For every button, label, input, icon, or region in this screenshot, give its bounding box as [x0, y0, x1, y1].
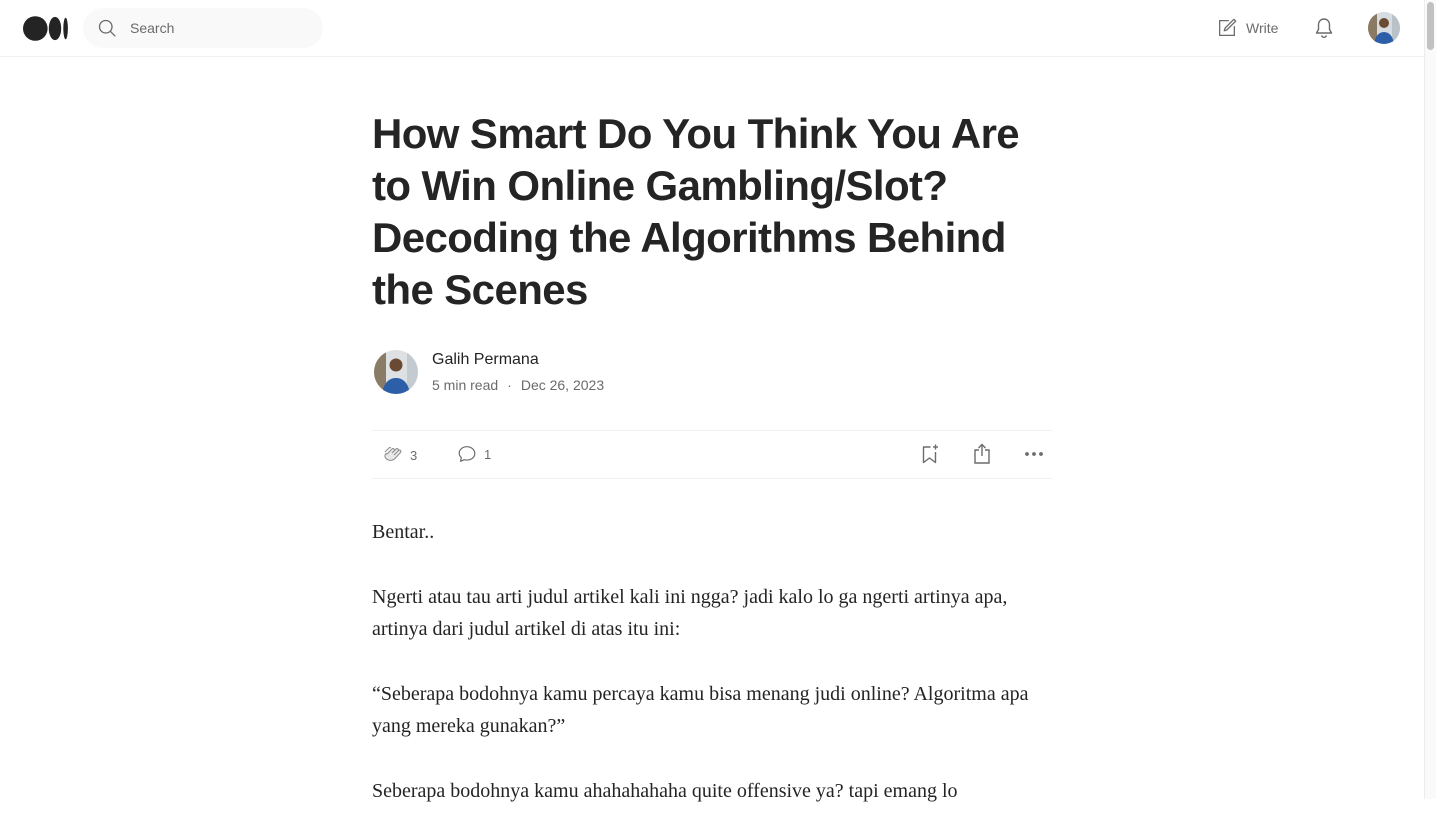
top-nav-bar: Write	[0, 0, 1424, 57]
bookmark-add-icon[interactable]	[918, 442, 942, 466]
article-paragraph: “Seberapa bodohnya kamu percaya kamu bis…	[372, 683, 1029, 737]
page-scrollbar[interactable]	[1424, 0, 1436, 799]
author-avatar[interactable]	[374, 350, 418, 394]
article-meta: 5 min read · Dec 26, 2023	[432, 377, 604, 393]
more-options-icon[interactable]	[1022, 442, 1046, 466]
search-input[interactable]	[130, 18, 310, 38]
article-title: How Smart Do You Think You Are to Win On…	[372, 110, 1020, 313]
article-paragraph: Ngerti atau tau arti judul artikel kali …	[372, 586, 1008, 640]
author-photo	[374, 350, 418, 394]
write-icon	[1219, 18, 1237, 36]
read-time: 5 min read	[432, 377, 499, 393]
article-paragraph: Bentar..	[372, 521, 435, 543]
medium-logo-icon[interactable]	[23, 16, 69, 41]
clap-button[interactable]: 3	[380, 443, 417, 467]
bell-icon[interactable]	[1312, 16, 1336, 40]
write-button[interactable]: Write	[1216, 16, 1278, 40]
article-paragraph: Seberapa bodohnya kamu ahahahahaha quite…	[372, 780, 958, 802]
author-name[interactable]: Galih Permana	[432, 351, 539, 369]
write-label: Write	[1246, 20, 1279, 36]
scrollbar-thumb[interactable]	[1427, 2, 1434, 50]
clap-icon	[384, 447, 402, 461]
search-box[interactable]	[83, 8, 323, 48]
avatar-image	[1368, 12, 1400, 44]
meta-separator: ·	[507, 377, 512, 393]
comment-icon	[458, 446, 476, 462]
responses-button[interactable]: 1	[456, 443, 491, 465]
user-avatar[interactable]	[1368, 12, 1400, 44]
response-count: 1	[484, 446, 492, 462]
search-icon	[98, 19, 116, 37]
article-action-bar: 3 1	[372, 430, 1052, 479]
publish-date: Dec 26, 2023	[520, 377, 605, 393]
author-byline: Galih Permana 5 min read · Dec 26, 2023	[372, 348, 1052, 396]
share-icon[interactable]	[970, 442, 994, 466]
article-body: Bentar.. Ngerti atau tau arti judul arti…	[372, 516, 1052, 840]
clap-count: 3	[410, 447, 418, 463]
